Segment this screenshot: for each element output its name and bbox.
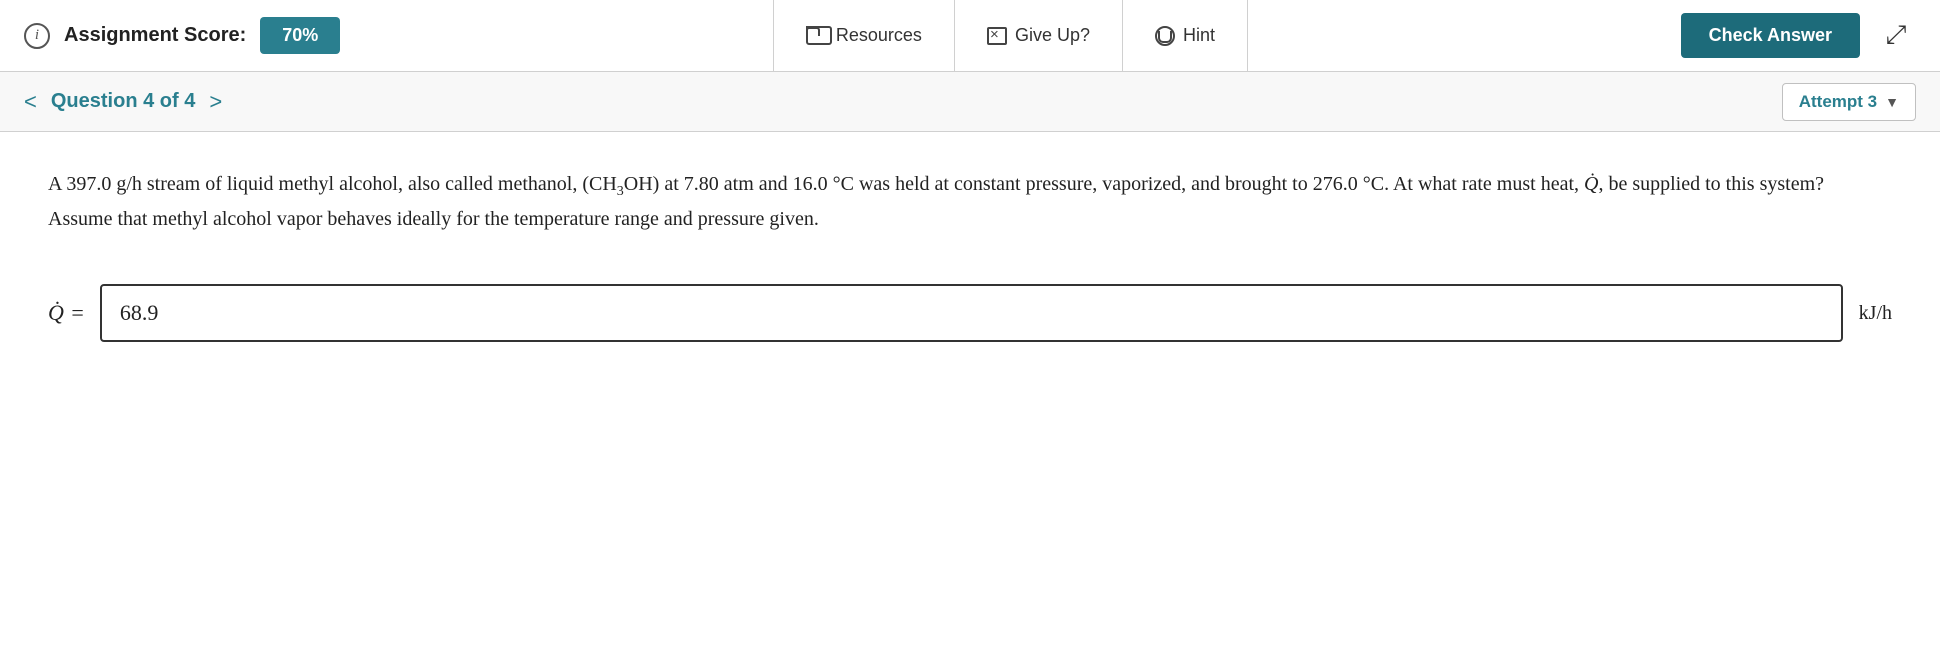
check-answer-button[interactable]: Check Answer bbox=[1681, 13, 1860, 58]
give-up-button[interactable]: Give Up? bbox=[955, 0, 1123, 72]
answer-input[interactable] bbox=[100, 284, 1843, 342]
chevron-down-icon: ▼ bbox=[1885, 94, 1899, 110]
next-question-button[interactable]: > bbox=[209, 89, 222, 115]
hint-label: Hint bbox=[1183, 25, 1215, 46]
unit-label: kJ/h bbox=[1859, 302, 1892, 325]
question-nav-bar: < Question 4 of 4 > Attempt 3 ▼ bbox=[0, 72, 1940, 132]
give-up-label: Give Up? bbox=[1015, 25, 1090, 46]
header-center: Resources Give Up? Hint bbox=[340, 0, 1680, 72]
fullscreen-button[interactable]: ⤢ bbox=[1876, 16, 1916, 56]
main-content: A 397.0 g/h stream of liquid methyl alco… bbox=[0, 132, 1940, 390]
question-paragraph: A 397.0 g/h stream of liquid methyl alco… bbox=[48, 168, 1848, 236]
give-up-icon bbox=[987, 27, 1007, 45]
question-label: Question 4 of 4 bbox=[51, 90, 195, 113]
attempt-dropdown[interactable]: Attempt 3 ▼ bbox=[1782, 83, 1916, 121]
attempt-label: Attempt 3 bbox=[1799, 92, 1877, 112]
answer-row: Q̇ = kJ/h bbox=[48, 284, 1892, 342]
assignment-score-label: Assignment Score: bbox=[64, 24, 246, 47]
header-left: i Assignment Score: 70% bbox=[24, 17, 340, 54]
info-icon[interactable]: i bbox=[24, 23, 50, 49]
fullscreen-icon: ⤢ bbox=[1886, 20, 1907, 51]
info-icon-label: i bbox=[35, 27, 39, 44]
folder-icon bbox=[806, 27, 828, 45]
answer-variable-label: Q̇ = bbox=[48, 300, 84, 326]
resources-button[interactable]: Resources bbox=[773, 0, 955, 72]
header-bar: i Assignment Score: 70% Resources Give U… bbox=[0, 0, 1940, 72]
score-badge: 70% bbox=[260, 17, 340, 54]
prev-question-button[interactable]: < bbox=[24, 89, 37, 115]
hint-button[interactable]: Hint bbox=[1123, 0, 1248, 72]
hint-icon bbox=[1155, 26, 1175, 46]
resources-label: Resources bbox=[836, 25, 922, 46]
question-text: A 397.0 g/h stream of liquid methyl alco… bbox=[48, 168, 1848, 236]
question-nav-left: < Question 4 of 4 > bbox=[24, 89, 222, 115]
header-right: Check Answer ⤢ bbox=[1681, 13, 1916, 58]
